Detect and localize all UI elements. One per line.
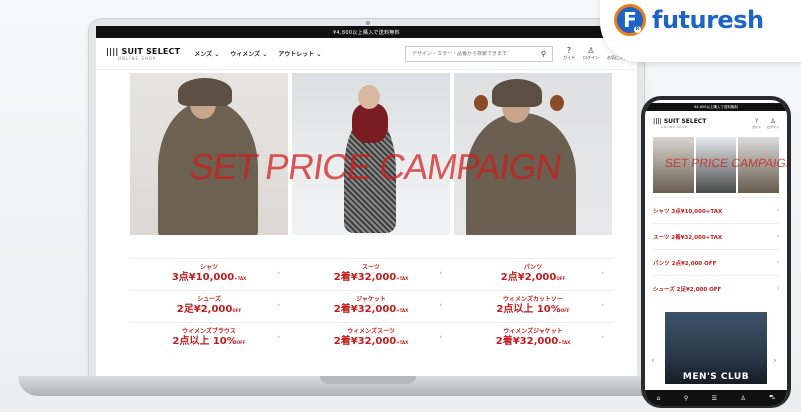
registered-icon: R [634, 26, 641, 33]
phone-banner-text: MEN'S CLUB [682, 372, 750, 382]
question-icon: ? [754, 117, 759, 125]
brand-logo-icon: F [614, 4, 646, 36]
search-icon[interactable]: ⚲ [541, 50, 546, 58]
chevron-right-icon: › [277, 269, 280, 277]
chevron-right-icon: › [439, 301, 442, 309]
search-box: ⚲ [405, 45, 553, 62]
laptop-notch [320, 376, 416, 384]
phone-login-button[interactable]: ♙ ログイン [767, 118, 779, 129]
price-cell-womens-suits[interactable]: ウィメンズスーツ 2着¥32,000+TAX › [292, 323, 450, 354]
chevron-right-icon: › [439, 333, 442, 341]
nav-item-outlet[interactable]: アウトレット ⌄ [278, 49, 321, 58]
phone-header-icons: ? ガイド ♙ ログイン [752, 118, 779, 129]
nav-item-mens[interactable]: メンズ ⌄ [194, 49, 219, 58]
price-cell-shirts[interactable]: シャツ 3点¥10,000+TAX › [130, 259, 288, 290]
user-icon: ♙ [587, 46, 595, 55]
phone-price-item[interactable]: シャツ 3点¥10,000+TAX › [653, 197, 779, 223]
main-nav: メンズ ⌄ ウィメンズ ⌄ アウトレット ⌄ [194, 49, 321, 58]
price-cell-womens-jackets[interactable]: ウィメンズジャケット 2着¥32,000+TAX › [454, 323, 612, 354]
search-icon[interactable]: ⚲ [684, 395, 688, 402]
price-cell-womens-cutsew[interactable]: ウィメンズカットソー 2点以上 10%OFF › [454, 291, 612, 322]
carousel-prev-icon[interactable]: ‹ [651, 356, 655, 366]
chevron-right-icon: › [601, 333, 604, 341]
logo-subtext: ONLINE SHOP [118, 55, 157, 61]
face-shape [358, 85, 380, 109]
chevron-right-icon: › [277, 333, 280, 341]
glove-shape [550, 95, 564, 111]
campaign-title: SET PRICE CAMPAIGN [187, 146, 564, 187]
phone-guide-button[interactable]: ? ガイド [752, 118, 761, 129]
phone-campaign-title: SET PRICE CAMPAIGN [664, 156, 787, 170]
phone-price-item[interactable]: スーツ 2着¥32,000+TAX › [653, 223, 779, 249]
user-icon: ♙ [770, 117, 776, 125]
guide-button[interactable]: ? ガイド [563, 46, 575, 61]
site-logo[interactable]: |||| SUIT SELECT ONLINE SHOP [106, 47, 180, 61]
phone-header: |||| SUIT SELECT ONLINE SHOP ? ガイド ♙ ログイン [645, 111, 787, 135]
price-cell-womens-blouse[interactable]: ウィメンズブラウス 2点以上 10%OFF › [130, 323, 288, 354]
chevron-right-icon: › [776, 285, 779, 292]
price-cell-suits[interactable]: スーツ 2着¥32,000+TAX › [292, 259, 450, 290]
chevron-right-icon: › [776, 259, 779, 266]
chevron-right-icon: › [601, 301, 604, 309]
laptop-screen: ¥4,800以上購入で送料無料 |||| SUIT SELECT ONLINE … [96, 26, 637, 376]
logo-text: |||| SUIT SELECT [106, 46, 181, 56]
phone-price-item[interactable]: パンツ 2点¥2,000 OFF › [653, 249, 779, 275]
price-row: シャツ 3点¥10,000+TAX › スーツ 2着¥32,000+TAX › パンツ 2… [130, 258, 612, 290]
search-input[interactable] [412, 50, 532, 57]
phone-banner[interactable]: MEN'S CLUB [665, 312, 767, 384]
price-row: ウィメンズブラウス 2点以上 10%OFF › ウィメンズスーツ 2着¥32,000+… [130, 322, 612, 354]
price-cell-shoes[interactable]: シューズ 2足¥2,000OFF › [130, 291, 288, 322]
menu-icon[interactable]: ☰ [712, 395, 717, 402]
phone-frame: ¥4,800以上購入で送料無料 |||| SUIT SELECT ONLINE S… [641, 96, 791, 408]
chevron-right-icon: › [439, 269, 442, 277]
glove-shape [474, 95, 488, 111]
phone-bottom-nav: ⌂ ⚲ ☰ ♙ ⛍ [645, 390, 787, 406]
price-cell-jackets[interactable]: ジャケット 2着¥32,000+TAX › [292, 291, 450, 322]
phone-price-list: シャツ 3点¥10,000+TAX › スーツ 2着¥32,000+TAX › パン… [653, 197, 779, 301]
home-icon[interactable]: ⌂ [657, 395, 661, 402]
price-grid: シャツ 3点¥10,000+TAX › スーツ 2着¥32,000+TAX › パンツ 2… [130, 258, 612, 354]
chevron-right-icon: › [601, 269, 604, 277]
brand-name: futuresh [652, 6, 764, 34]
phone-screen: ¥4,800以上購入で送料無料 |||| SUIT SELECT ONLINE S… [645, 100, 787, 406]
site-header: |||| SUIT SELECT ONLINE SHOP メンズ ⌄ ウィメンズ… [96, 38, 637, 70]
phone-price-item[interactable]: シューズ 2足¥2,000 OFF › [653, 275, 779, 301]
chevron-right-icon: › [776, 207, 779, 214]
phone-announcement-bar[interactable]: ¥4,800以上購入で送料無料 [645, 103, 787, 111]
cart-icon[interactable]: ⛍ [769, 394, 775, 402]
hood-shape [492, 79, 542, 107]
carousel-next-icon[interactable]: › [773, 356, 777, 366]
question-icon: ? [566, 46, 572, 55]
nav-item-womens[interactable]: ウィメンズ ⌄ [230, 49, 267, 58]
chevron-right-icon: › [776, 233, 779, 240]
user-icon[interactable]: ♙ [740, 395, 745, 402]
scarf-shape [352, 103, 388, 143]
hood-shape [178, 78, 232, 106]
price-cell-pants[interactable]: パンツ 2点¥2,000OFF › [454, 259, 612, 290]
login-button[interactable]: ♙ ログイン [583, 46, 599, 61]
phone-logo[interactable]: |||| SUIT SELECT ONLINE SHOP [653, 118, 706, 129]
announcement-bar[interactable]: ¥4,800以上購入で送料無料 [96, 26, 637, 38]
laptop-camera [366, 21, 370, 25]
price-row: シューズ 2足¥2,000OFF › ジャケット 2着¥32,000+TAX › ウィメ… [130, 290, 612, 322]
chevron-right-icon: › [277, 301, 280, 309]
stage: ¥4,800以上購入で送料無料 |||| SUIT SELECT ONLINE … [0, 0, 801, 412]
